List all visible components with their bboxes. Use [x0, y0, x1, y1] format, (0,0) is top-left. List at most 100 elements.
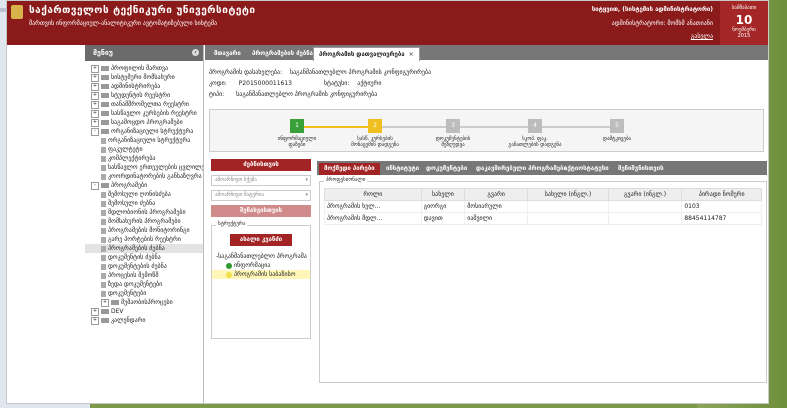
table-row[interactable]: პროგრამის ხელ... გიორგი მოსიარული 0103	[324, 200, 762, 213]
sidebar-item[interactable]: სასწავლო ერთეულების ცვლილება	[85, 163, 203, 172]
save-button[interactable]: შენახვისთვის	[211, 205, 311, 217]
structure-node[interactable]: პროგრამის საბაზისო	[212, 270, 310, 279]
expand-icon[interactable]: +	[91, 109, 99, 118]
tab-item[interactable]: პროგრამების ძებნა	[247, 47, 318, 60]
sidebar-item-label: სტუდენტის რეესტრი	[111, 92, 171, 99]
type-label: ტიპი:	[209, 91, 225, 98]
expand-icon[interactable]: +	[91, 73, 99, 82]
sidebar-item[interactable]: + სისტემური მომსახური	[85, 73, 203, 82]
sidebar-item[interactable]: + სასწავლო კურსების რეესტრი	[85, 109, 203, 118]
table-row[interactable]: პროგრამის მდლ... დავით იაშვილი 88454114787	[324, 212, 762, 225]
subtab-item[interactable]: დოკუმენტები	[421, 163, 472, 175]
structure-node[interactable]: -საგანმანათლებლო პროგრამა	[212, 252, 310, 261]
sidebar-item[interactable]: მდლობიონის პროგრამები	[85, 208, 203, 217]
sidebar-item[interactable]: პროგრამების ძებნა	[85, 244, 203, 253]
step-3[interactable]: 3	[446, 119, 460, 133]
step-label: დოკუმენტების შეზღუდვა	[435, 136, 471, 148]
sidebar-item-label: ზედა დოკუმენტები	[108, 281, 163, 288]
document-icon	[101, 272, 106, 279]
sidebar-item-label: საგამოცდო პროგრამები	[111, 119, 183, 126]
subtab-item[interactable]: შენიშვნისთვის	[613, 163, 668, 175]
workflow-steps: 1 ინფორმაციული ფაზები 2 სასწ. კურსების მონა…	[209, 109, 764, 152]
expand-icon[interactable]: +	[91, 100, 99, 109]
step-5[interactable]: 5	[610, 119, 624, 133]
step-4[interactable]: 4	[528, 119, 542, 133]
folder-icon	[101, 84, 109, 89]
expand-icon[interactable]: +	[91, 118, 99, 127]
sidebar-item-label: პროგრამები	[111, 182, 148, 189]
logout-link[interactable]: გასვლა	[691, 33, 713, 40]
sidebar-item-label: DEV	[111, 308, 124, 315]
sidebar-item[interactable]: + საგამოცდო პროგრამები	[85, 118, 203, 127]
subtab-item[interactable]: აქტიოსტატუსი	[559, 163, 614, 175]
step-1[interactable]: 1	[290, 119, 304, 133]
sidebar-item-label: დოკუმენტის ძებნა	[108, 254, 161, 261]
new-node-button[interactable]: ახალი კვანძი	[230, 234, 292, 246]
collapse-icon[interactable]: -	[91, 127, 99, 136]
structure-node[interactable]: ინფორმაცია	[212, 261, 310, 270]
tab-label: პროგრამის დათვალიერება	[319, 51, 405, 58]
program-type-value: საგანმანათლებლო პროგრამის კონფიგურირება	[289, 69, 432, 76]
sidebar-item[interactable]: დოკუმენტების ძებნა	[85, 262, 203, 271]
sidebar-item[interactable]: შემოსული ძებნა	[85, 199, 203, 208]
sidebar-item[interactable]: კოორდინატორების განსაზღვრა	[85, 172, 203, 181]
current-user[interactable]: სიტყვით, (სისტემის ადმინისტრატორი)	[592, 6, 713, 13]
table-cell: 0103	[681, 200, 762, 213]
sidebar-item-label: კოორდინატორების განსაზღვრა	[108, 173, 202, 180]
expand-icon[interactable]: +	[91, 64, 99, 73]
expand-icon[interactable]: +	[91, 316, 99, 325]
sidebar-item-label: ფაკულტეტი	[108, 146, 143, 153]
sidebar-item[interactable]: + DEV	[85, 307, 203, 316]
sidebar-item-label: პროგრამების მონიტორინგი	[108, 227, 190, 234]
document-icon	[101, 209, 106, 216]
collapse-icon[interactable]: -	[91, 181, 99, 190]
subtab-item[interactable]: დაკავშირებული პროგრამები	[471, 163, 572, 175]
sidebar-item[interactable]: დოკუმენტები	[85, 289, 203, 298]
sidebar-item[interactable]: + პროფილის მართვა	[85, 64, 203, 73]
sidebar-item[interactable]: შემოსული ღონისძება	[85, 190, 203, 199]
tab-item[interactable]: მთავარი	[209, 47, 246, 60]
folder-icon	[111, 300, 119, 305]
table-cell: გიორგი	[420, 200, 466, 213]
table-cell: იაშვილი	[464, 212, 529, 225]
sidebar-item[interactable]: + მუშაობისპროცესი	[85, 298, 203, 307]
search-button[interactable]: ძებნისთვის	[211, 159, 311, 171]
sidebar-item[interactable]: კომპლექტირება	[85, 154, 203, 163]
collapse-icon[interactable]: ‹	[192, 49, 199, 56]
step-2[interactable]: 2	[368, 119, 382, 133]
sidebar-item-label: პროგრამების ძებნა	[108, 245, 165, 252]
sidebar-item[interactable]: + კალენდარი	[85, 316, 203, 325]
folder-icon	[101, 75, 109, 80]
sidebar-item[interactable]: - პროგრამები	[85, 181, 203, 190]
subtab-item[interactable]: ინსტიტუტი	[381, 163, 424, 175]
sidebar-item[interactable]: მომსახურის პროგრამები	[85, 217, 203, 226]
node-label: ინფორმაცია	[234, 262, 271, 269]
program-type-label: პროგრამის დასახელება:	[209, 69, 283, 76]
tab-item[interactable]: პროგრამის დათვალიერება ×	[313, 47, 420, 61]
sidebar-item-label: მომსახურის პროგრამები	[108, 218, 181, 225]
sidebar-item[interactable]: პროცესის შემოწმ	[85, 271, 203, 280]
sidebar-item[interactable]: + თანამშრომელთა რეესტრი	[85, 100, 203, 109]
expand-icon[interactable]: +	[101, 298, 109, 307]
sidebar-item-label: დოკუმენტების ძებნა	[108, 263, 167, 270]
scheme-select[interactable]: ამოარჩიეთ სქემა ▾	[211, 175, 311, 186]
sidebar-item[interactable]: პროგრამების მონიტორინგი	[85, 226, 203, 235]
material-select[interactable]: ამოარჩიეთ მატერია ▾	[211, 190, 311, 201]
expand-icon[interactable]: +	[91, 307, 99, 316]
sidebar-item[interactable]: ფაკულტეტი	[85, 145, 203, 154]
sidebar-item[interactable]: - ორგანიზაციული სტრუქტურა	[85, 127, 203, 136]
expand-icon[interactable]: +	[91, 91, 99, 100]
sidebar-item[interactable]: + სტუდენტის რეესტრი	[85, 91, 203, 100]
date-box: სამშაბათი 10 ნოემბერი 2015	[720, 1, 768, 45]
sidebar-item[interactable]: გარე პორტების რეესტრი	[85, 235, 203, 244]
close-icon[interactable]: ×	[409, 51, 414, 58]
subtab-item[interactable]: მოქმედი პირები	[319, 163, 380, 175]
step-label: დამტკიცება	[602, 136, 632, 142]
folder-icon	[101, 93, 109, 98]
sidebar-item[interactable]: დოკუმენტის ძებნა	[85, 253, 203, 262]
expand-icon[interactable]: +	[91, 82, 99, 91]
sidebar-item[interactable]: + ადმინისტრირება	[85, 82, 203, 91]
table-cell: დავით	[420, 212, 466, 225]
sidebar-item[interactable]: ორგანიზაციული სტრუქტურა	[85, 136, 203, 145]
sidebar-item[interactable]: ზედა დოკუმენტები	[85, 280, 203, 289]
